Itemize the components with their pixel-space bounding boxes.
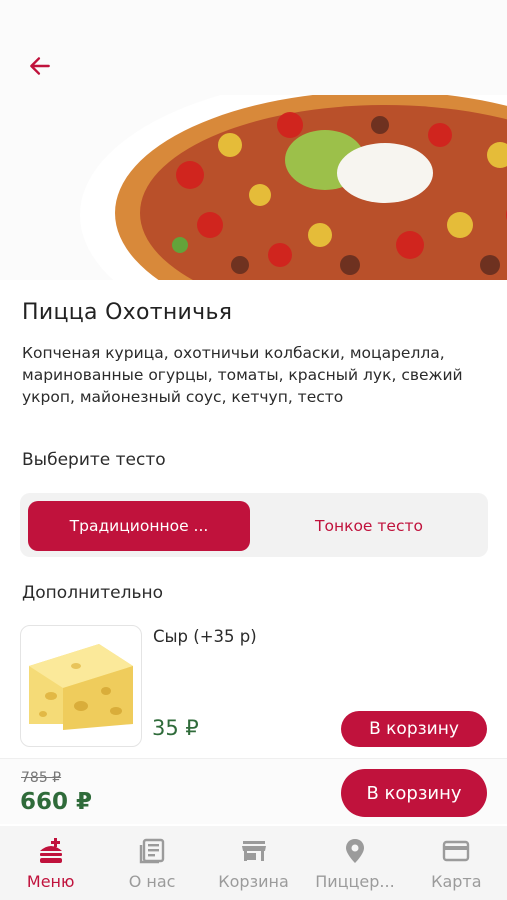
price-bar: 785 ₽ 660 ₽ В корзину <box>0 758 507 824</box>
tab-label: Меню <box>26 872 75 891</box>
store-icon <box>239 836 269 866</box>
addon-name: Сыр (+35 р) <box>153 627 257 646</box>
dough-section-label: Выберите тесто <box>22 450 166 470</box>
dough-selector: Традиционное ... Тонкое тесто <box>20 493 488 557</box>
add-to-cart-button[interactable]: В корзину <box>341 769 487 817</box>
dough-option-traditional[interactable]: Традиционное ... <box>28 501 250 551</box>
tab-menu[interactable]: Меню <box>0 826 101 900</box>
back-button[interactable] <box>22 48 58 84</box>
news-icon <box>137 836 167 866</box>
menu-burger-icon <box>36 836 66 866</box>
product-title: Пицца Охотничья <box>22 300 233 325</box>
arrow-left-icon <box>30 57 50 75</box>
current-price: 660 ₽ <box>20 789 93 815</box>
addon-price: 35 ₽ <box>152 716 199 740</box>
bottom-tab-bar: Меню О нас Корзина Пиццер... Карта <box>0 826 507 900</box>
tab-label: Пиццер... <box>315 872 395 891</box>
location-pin-icon <box>340 836 370 866</box>
tab-cart[interactable]: Корзина <box>203 826 304 900</box>
old-price: 785 ₽ <box>21 770 62 786</box>
extras-section-label: Дополнительно <box>22 583 163 603</box>
dough-option-thin[interactable]: Тонкое тесто <box>258 501 480 551</box>
tab-label: О нас <box>128 872 176 891</box>
card-icon <box>441 836 471 866</box>
pizza-image <box>80 95 507 280</box>
addon-add-to-cart-button[interactable]: В корзину <box>341 711 487 747</box>
tab-about[interactable]: О нас <box>101 826 202 900</box>
tab-pizzerias[interactable]: Пиццер... <box>304 826 405 900</box>
tab-label: Карта <box>431 872 482 891</box>
tab-label: Корзина <box>218 872 289 891</box>
tab-card[interactable]: Карта <box>406 826 507 900</box>
cheese-image <box>20 625 142 747</box>
product-description: Копченая курица, охотничьи колбаски, моц… <box>22 344 463 406</box>
product-image-header <box>0 0 507 280</box>
